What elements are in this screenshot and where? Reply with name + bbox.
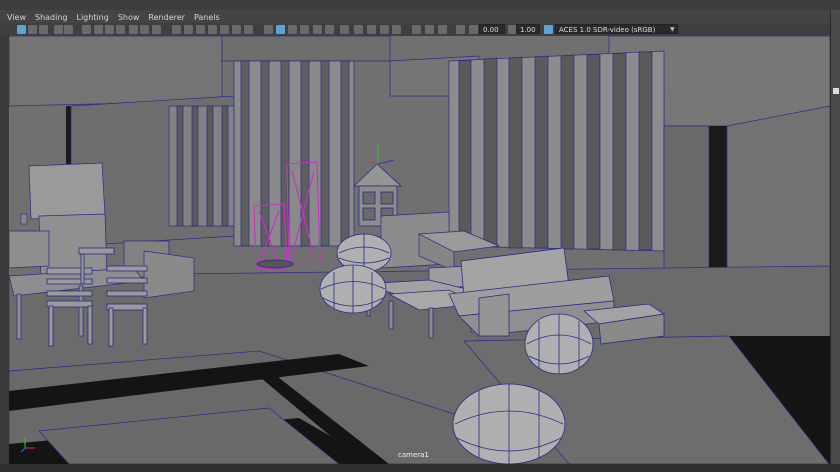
- select-camera-icon[interactable]: [17, 25, 26, 34]
- screen-space-icon[interactable]: [380, 25, 389, 34]
- xray-active-icon[interactable]: [300, 25, 309, 34]
- menu-lighting[interactable]: Lighting: [76, 13, 108, 22]
- ambient-occlusion-icon[interactable]: [313, 25, 322, 34]
- 3d-viewport[interactable]: [9, 36, 830, 464]
- shadows-icon[interactable]: [244, 25, 253, 34]
- resolution-gate-icon[interactable]: [116, 25, 125, 34]
- panel-toolbar: 0.00 1.00 ACES 1.0 SDR-video (sRGB) ▼: [0, 23, 830, 37]
- exposure-icon[interactable]: [425, 25, 434, 34]
- isolate-select-icon[interactable]: [264, 25, 273, 34]
- menu-shading[interactable]: Shading: [35, 13, 68, 22]
- axis-gizmo-icon: [19, 434, 39, 454]
- grease-pencil-icon[interactable]: [82, 25, 91, 34]
- menu-renderer[interactable]: Renderer: [148, 13, 185, 22]
- chevron-down-icon[interactable]: ▼: [670, 26, 675, 33]
- wireframe-icon[interactable]: [172, 25, 181, 34]
- exposure-field[interactable]: 0.00: [479, 24, 505, 34]
- camera-label: camera1: [398, 451, 429, 459]
- menu-panels[interactable]: Panels: [194, 13, 220, 22]
- menu-show[interactable]: Show: [118, 13, 140, 22]
- xray-joints-icon[interactable]: [288, 25, 297, 34]
- exposure-value-icon[interactable]: [469, 25, 478, 34]
- image-plane-icon[interactable]: [54, 25, 63, 34]
- bookmark-icon[interactable]: [39, 25, 48, 34]
- colorspace-select[interactable]: ACES 1.0 SDR-video (sRGB): [555, 24, 678, 34]
- gamma-icon[interactable]: [438, 25, 447, 34]
- menu-view[interactable]: View: [7, 13, 26, 22]
- motion-blur-icon[interactable]: [367, 25, 376, 34]
- panel-arrow-icon[interactable]: [833, 88, 839, 94]
- two-d-pan-icon[interactable]: [64, 25, 73, 34]
- grid-toggle-icon[interactable]: [456, 25, 465, 34]
- smooth-shade-icon[interactable]: [184, 25, 193, 34]
- use-lights-icon[interactable]: [232, 25, 241, 34]
- light-icon[interactable]: [325, 25, 334, 34]
- hud-icon[interactable]: [412, 25, 421, 34]
- gamma-field[interactable]: 1.00: [516, 24, 540, 34]
- safe-action-icon[interactable]: [152, 25, 161, 34]
- field-chart-icon[interactable]: [140, 25, 149, 34]
- left-strip: [0, 36, 9, 472]
- film-gate-icon[interactable]: [105, 25, 114, 34]
- depth-of-field-icon[interactable]: [354, 25, 363, 34]
- bottom-bar: [0, 464, 840, 472]
- colorspace-icon[interactable]: [544, 25, 553, 34]
- camera-attributes-icon[interactable]: [28, 25, 37, 34]
- right-side-panel[interactable]: [830, 10, 840, 472]
- antialias-icon[interactable]: [340, 25, 349, 34]
- textured-icon[interactable]: [220, 25, 229, 34]
- camera-icon[interactable]: [392, 25, 401, 34]
- panel-menu-bar: View Shading Lighting Show Renderer Pane…: [0, 10, 830, 24]
- xray-icon[interactable]: [276, 25, 285, 34]
- gate-mask-icon[interactable]: [129, 25, 138, 34]
- scene-wireframe: [9, 36, 830, 464]
- bounding-box-icon[interactable]: [208, 25, 217, 34]
- grid-icon[interactable]: [94, 25, 103, 34]
- flat-shade-icon[interactable]: [196, 25, 205, 34]
